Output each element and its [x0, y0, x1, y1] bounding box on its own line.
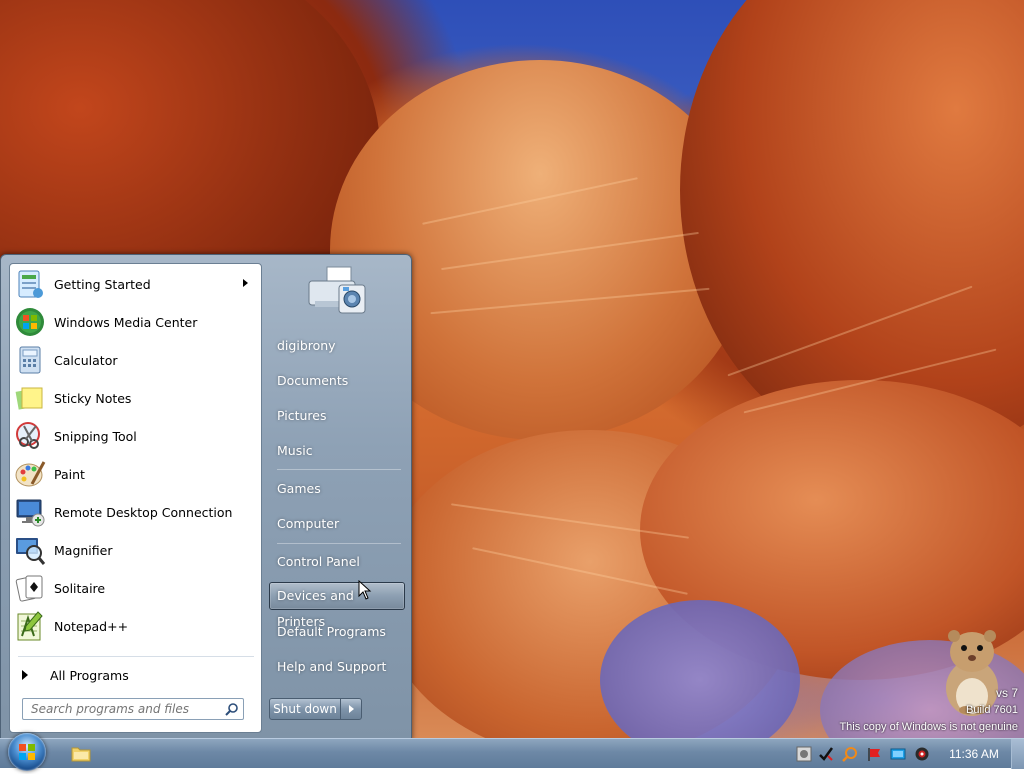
program-paint[interactable]: Paint — [14, 456, 258, 492]
start-menu: Getting Started Windows Media Center Cal… — [0, 254, 412, 740]
place-devices-and-printers[interactable]: Devices and Printers — [269, 582, 405, 629]
windows-media-center-icon — [14, 306, 46, 338]
place-default-programs[interactable]: Default Programs — [269, 618, 405, 646]
program-magnifier[interactable]: Magnifier — [14, 532, 258, 568]
all-programs-button[interactable]: All Programs — [16, 662, 254, 688]
action-center-check-icon[interactable] — [818, 746, 834, 762]
programs-pane: Getting Started Windows Media Center Cal… — [9, 263, 262, 733]
program-label: Notepad++ — [54, 618, 129, 634]
program-sticky-notes[interactable]: Sticky Notes — [14, 380, 258, 416]
tray-app-icon[interactable] — [796, 746, 812, 762]
windows-explorer-button[interactable] — [70, 743, 92, 763]
genuine-watermark: vs 7 Build 7601 This copy of Windows is … — [839, 685, 1018, 736]
place-help-and-support[interactable]: Help and Support — [269, 653, 405, 681]
magnifier-icon — [14, 534, 46, 566]
shutdown-group: Shut down — [269, 698, 362, 720]
program-label: Snipping Tool — [54, 428, 137, 444]
places-pane: digibrony Documents Pictures Music Games… — [269, 255, 411, 739]
mouse-cursor-icon — [358, 579, 372, 600]
windows-logo-icon — [19, 744, 35, 760]
notification-area — [790, 739, 940, 769]
watermark-line2: Build 7601 — [966, 704, 1018, 716]
programs-separator — [18, 656, 254, 657]
program-label: Windows Media Center — [54, 314, 198, 330]
user-picture-printer-icon[interactable] — [305, 263, 369, 321]
place-documents[interactable]: Documents — [269, 367, 405, 395]
all-programs-label: All Programs — [50, 667, 129, 683]
program-windows-media-center[interactable]: Windows Media Center — [14, 304, 258, 340]
notepad-plus-plus-icon — [14, 610, 46, 642]
program-calculator[interactable]: Calculator — [14, 342, 258, 378]
program-label: Magnifier — [54, 542, 113, 558]
solitaire-icon — [14, 572, 46, 604]
paint-icon — [14, 458, 46, 490]
place-computer[interactable]: Computer — [269, 510, 405, 538]
calculator-icon — [14, 344, 46, 376]
search-input[interactable] — [23, 699, 221, 719]
taskbar: 11:36 AM — [0, 733, 1024, 771]
getting-started-icon — [14, 268, 46, 300]
shutdown-options-button[interactable] — [340, 698, 362, 720]
places-separator — [277, 469, 401, 470]
place-pictures[interactable]: Pictures — [269, 402, 405, 430]
snipping-tool-icon — [14, 420, 46, 452]
program-solitaire[interactable]: Solitaire — [14, 570, 258, 606]
flag-icon[interactable] — [866, 746, 882, 762]
taskbar-clock[interactable]: 11:36 AM — [944, 739, 1004, 769]
program-notepad-plus-plus[interactable]: Notepad++ — [14, 608, 258, 644]
start-button[interactable] — [8, 733, 46, 771]
places-separator — [277, 543, 401, 544]
program-label: Solitaire — [54, 580, 106, 596]
remote-desktop-icon — [14, 496, 46, 528]
search-icon[interactable] — [225, 702, 239, 716]
program-label: Remote Desktop Connection — [54, 504, 233, 520]
program-getting-started[interactable]: Getting Started — [14, 266, 258, 302]
watermark-line3: This copy of Windows is not genuine — [839, 721, 1018, 733]
program-snipping-tool[interactable]: Snipping Tool — [14, 418, 258, 454]
folder-icon — [71, 747, 91, 762]
place-control-panel[interactable]: Control Panel — [269, 548, 405, 576]
place-games[interactable]: Games — [269, 475, 405, 503]
place-user[interactable]: digibrony — [269, 332, 405, 360]
program-label: Calculator — [54, 352, 118, 368]
network-monitor-icon[interactable] — [890, 746, 906, 762]
program-remote-desktop-connection[interactable]: Remote Desktop Connection — [14, 494, 258, 530]
tray-search-icon[interactable] — [842, 746, 858, 762]
place-music[interactable]: Music — [269, 437, 405, 465]
program-label: Sticky Notes — [54, 390, 132, 406]
chevron-right-icon — [349, 705, 354, 713]
search-box[interactable] — [22, 698, 244, 720]
sticky-notes-icon — [14, 382, 46, 414]
submenu-arrow-icon — [243, 279, 248, 287]
expand-arrow-icon — [22, 670, 28, 680]
shutdown-button[interactable]: Shut down — [269, 698, 341, 720]
program-label: Paint — [54, 466, 85, 482]
program-label: Getting Started — [54, 276, 151, 292]
volume-speaker-icon[interactable] — [914, 746, 930, 762]
watermark-line1: vs 7 — [995, 686, 1018, 700]
show-desktop-button[interactable] — [1011, 739, 1024, 769]
